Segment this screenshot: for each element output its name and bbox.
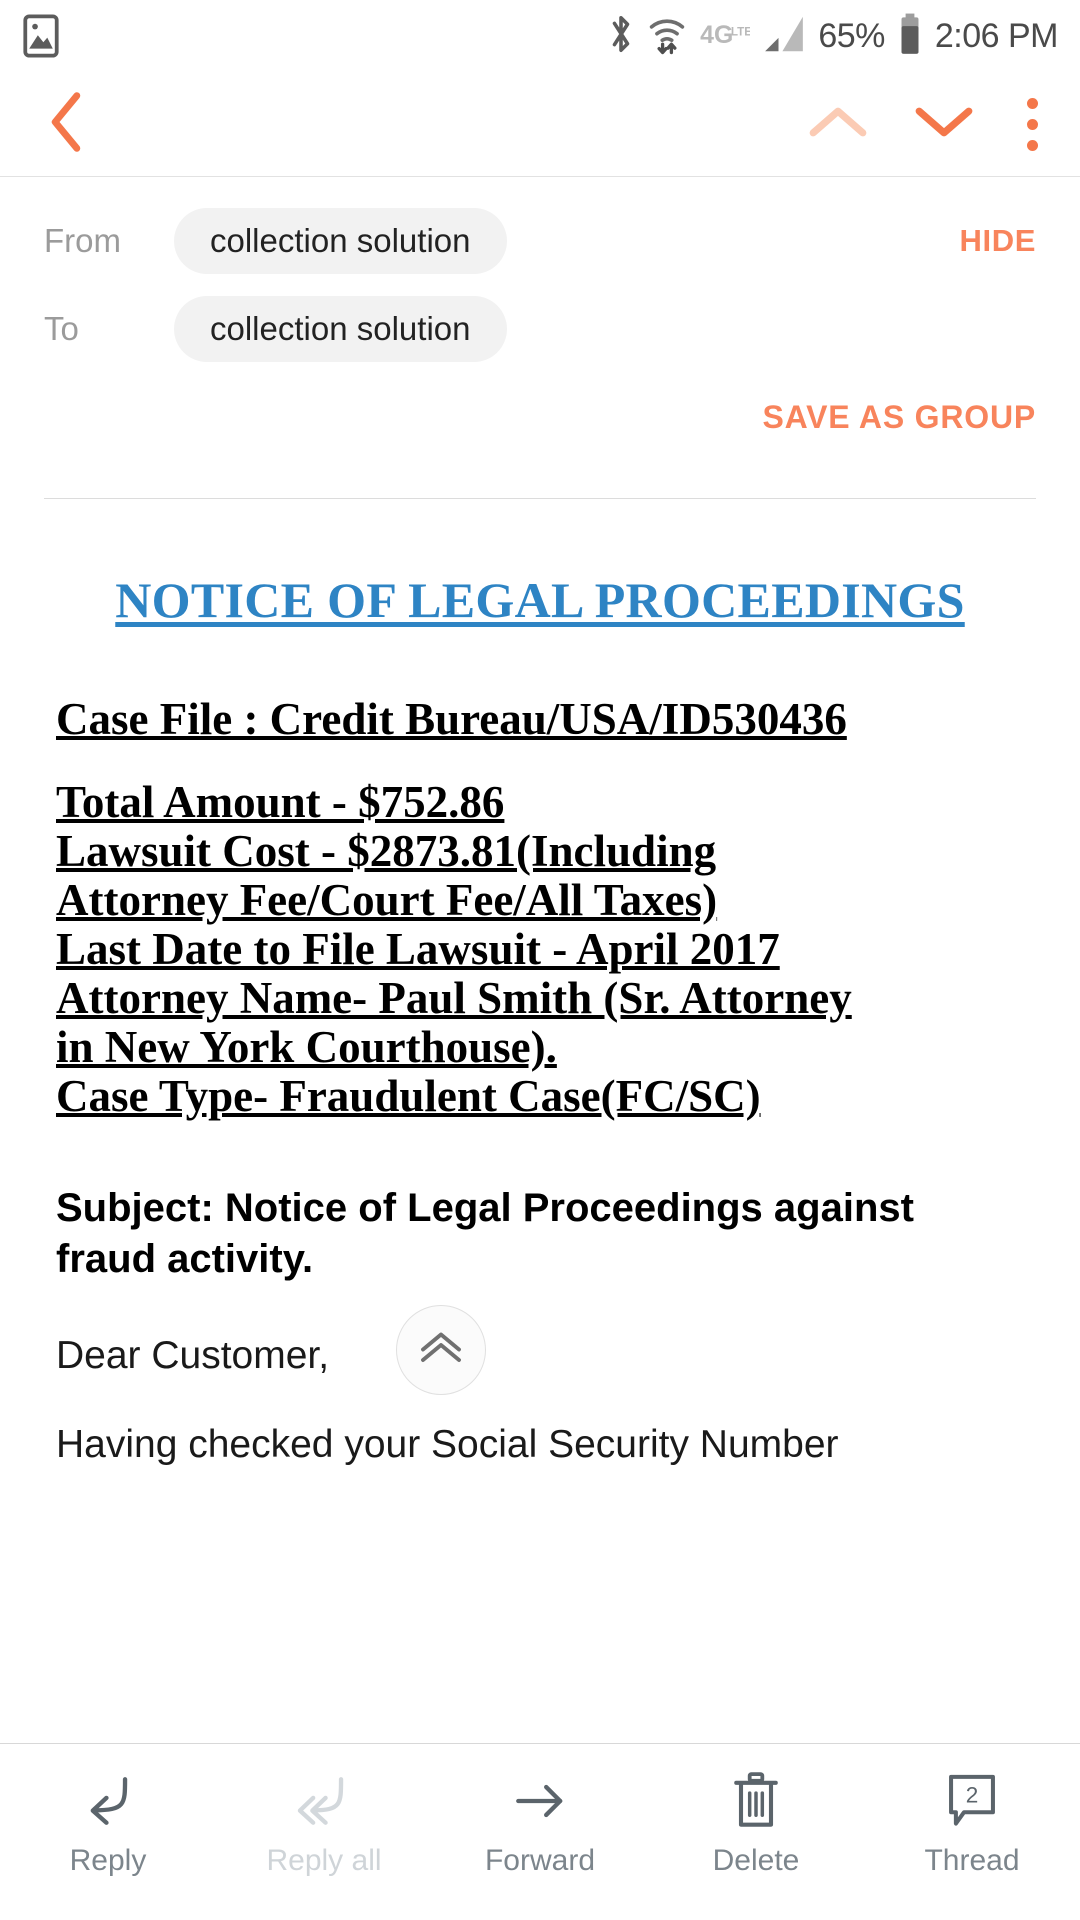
reply-button[interactable]: Reply — [0, 1770, 216, 1878]
status-bar-right: 4G LTE 65% 2:06 PM — [608, 12, 1059, 61]
case-detail-line: Case File : Credit Bureau/USA/ID530436 — [56, 694, 847, 744]
message-salutation: Dear Customer, — [56, 1334, 330, 1378]
reply-all-arrow-icon — [293, 1770, 355, 1832]
recipient-header: From collection solution HIDE To collect… — [0, 177, 1080, 373]
4glte-icon: 4G LTE — [700, 15, 752, 58]
forward-button[interactable]: Forward — [432, 1770, 648, 1878]
previous-message-button[interactable] — [785, 101, 891, 148]
thread-button[interactable]: 2 Thread — [864, 1770, 1080, 1878]
bluetooth-icon — [608, 12, 634, 61]
trash-icon — [728, 1770, 784, 1832]
case-detail-line: in New York Courthouse). — [56, 1022, 557, 1073]
chevron-down-icon — [913, 101, 975, 148]
case-detail-line: Lawsuit Cost - $2873.81(Including — [56, 826, 717, 877]
image-icon — [22, 14, 60, 58]
scroll-to-top-button[interactable] — [396, 1305, 486, 1395]
back-chevron-icon — [44, 91, 88, 157]
forward-arrow-icon — [509, 1770, 571, 1832]
delete-label: Delete — [712, 1844, 800, 1877]
case-details-block: Case File : Credit Bureau/USA/ID530436 T… — [56, 643, 1024, 1121]
delete-button[interactable]: Delete — [648, 1770, 864, 1878]
case-detail-line: Total Amount - $752.86 — [56, 777, 505, 828]
from-recipient-chip[interactable]: collection solution — [174, 208, 507, 274]
reply-all-button[interactable]: Reply all — [216, 1770, 432, 1878]
reply-label: Reply — [69, 1844, 147, 1877]
message-title-block: NOTICE OF LEGAL PROCEEDINGS — [56, 499, 1024, 643]
battery-icon — [897, 12, 923, 61]
top-navigation-bar — [0, 72, 1080, 177]
case-detail-line: Last Date to File Lawsuit - April 2017 — [56, 924, 780, 975]
thread-badge-count: 2 — [966, 1783, 979, 1808]
thread-bubble-icon: 2 — [943, 1770, 1001, 1832]
svg-text:LTE: LTE — [731, 25, 750, 38]
double-chevron-up-icon — [417, 1328, 465, 1373]
status-time: 2:06 PM — [934, 16, 1059, 55]
save-as-group-button[interactable]: SAVE AS GROUP — [762, 399, 1036, 436]
reply-arrow-icon — [77, 1770, 139, 1832]
reply-all-label: Reply all — [266, 1844, 382, 1877]
back-button[interactable] — [44, 91, 88, 158]
case-detail-gap — [56, 744, 1024, 778]
status-bar-left — [22, 14, 60, 58]
more-options-button[interactable] — [997, 93, 1044, 156]
chevron-up-icon — [807, 101, 869, 148]
save-as-group-row: SAVE AS GROUP — [0, 373, 1080, 436]
battery-percent: 65% — [818, 16, 885, 55]
status-bar: 4G LTE 65% 2:06 PM — [0, 0, 1080, 72]
from-row: From collection solution HIDE — [44, 177, 1036, 285]
thread-label: Thread — [924, 1844, 1020, 1877]
case-detail-line: Case Type- Fraudulent Case(FC/SC) — [56, 1071, 761, 1122]
dot-1 — [1027, 97, 1038, 109]
message-paragraph: Having checked your Social Security Numb… — [56, 1423, 839, 1467]
case-detail-line: Attorney Fee/Court Fee/All Taxes) — [56, 875, 718, 926]
next-message-button[interactable] — [891, 101, 997, 148]
forward-label: Forward — [484, 1844, 596, 1877]
to-label: To — [44, 310, 79, 347]
svg-text:4G: 4G — [700, 21, 733, 48]
more-vertical-icon — [1027, 93, 1038, 156]
message-title: NOTICE OF LEGAL PROCEEDINGS — [115, 572, 965, 628]
message-body: NOTICE OF LEGAL PROCEEDINGS Case File : … — [0, 499, 1080, 1467]
hide-button[interactable]: HIDE — [960, 223, 1036, 259]
dot-3 — [1027, 139, 1038, 151]
case-detail-line: Attorney Name- Paul Smith (Sr. Attorney — [56, 973, 852, 1024]
cellular-signal-icon — [762, 13, 806, 60]
message-subject: Subject: Notice of Legal Proceedings aga… — [56, 1186, 914, 1281]
bottom-action-bar: Reply Reply all Forward Delete 2 Thread — [0, 1743, 1080, 1920]
from-label: From — [44, 222, 121, 259]
wifi-icon — [646, 12, 688, 61]
to-recipient-chip[interactable]: collection solution — [174, 296, 507, 362]
dot-2 — [1027, 118, 1038, 130]
to-row: To collection solution — [44, 285, 1036, 373]
